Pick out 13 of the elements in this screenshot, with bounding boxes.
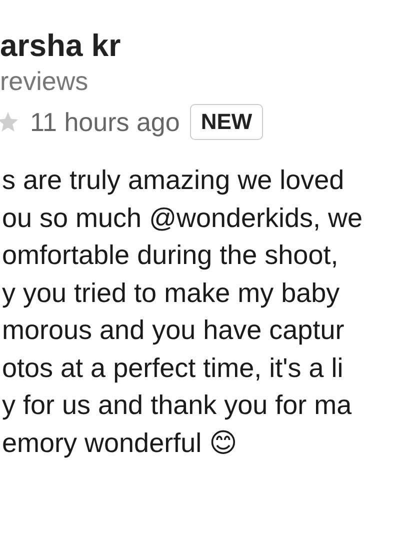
new-badge: NEW [190,104,264,140]
review-text-line: s are truly amazing we loved [1,164,346,197]
review-text-line: emory wonderful 😊 [1,426,238,460]
review-text-line: omfortable during the shoot, [1,239,340,272]
star-icon [0,110,20,134]
reviewer-name: arsha kr [0,28,122,64]
review-text-line: ou so much @wonderkids, we [1,202,364,234]
review-text-line: otos at a perfect time, it's a li [1,352,344,385]
review-text-line: y for us and thank you for ma [1,389,353,422]
review-time: 11 hours ago [30,106,180,138]
review-text-line: morous and you have captur [1,314,346,347]
review-text-line: y you tried to make my baby [1,276,341,310]
review-count: reviews [0,65,90,98]
